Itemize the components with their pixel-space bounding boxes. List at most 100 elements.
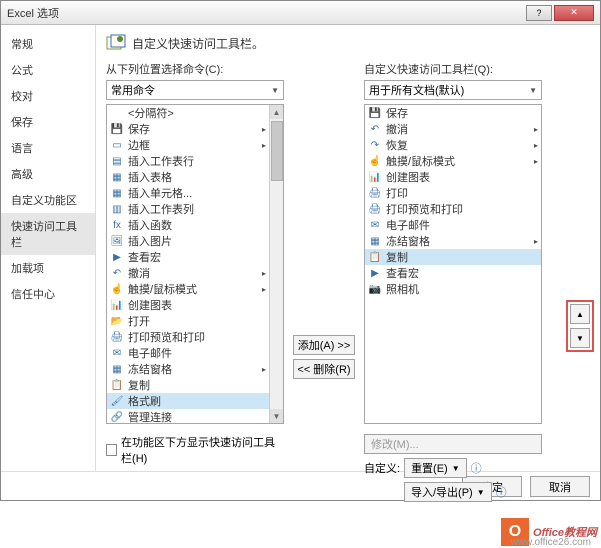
list-item[interactable]: ↶ 撤消 ▸ — [365, 121, 541, 137]
available-commands-list[interactable]: <分隔符>💾保存▸▭ 边框 ▸ ▤插入工作表行▦插入表格▦插入单元格...▥插入工作表… — [106, 104, 284, 424]
command-icon: 💾 — [110, 122, 124, 136]
list-item[interactable]: ☝ 触摸/鼠标模式 ▸ — [365, 153, 541, 169]
command-icon: 📋 — [110, 378, 124, 392]
list-item-label: 插入工作表列 — [128, 201, 194, 217]
modify-button[interactable]: 修改(M)... — [364, 434, 542, 454]
list-item-label: 触摸/鼠标模式 — [386, 153, 455, 169]
list-item-label: 撤消 — [128, 265, 150, 281]
list-item-label: 恢复 — [386, 137, 408, 153]
current-qat-list[interactable]: 💾保存↶ 撤消 ▸ ↷ 恢复 ▸ ☝ 触摸/鼠标模式 ▸ 📊创建图表🖨打印🖨打印预览和打印✉电子邮… — [364, 104, 542, 424]
sidebar-item[interactable]: 校对 — [1, 83, 95, 109]
options-dialog: Excel 选项 ? ✕ 常规公式校对保存语言高级自定义功能区快速访问工具栏加载… — [0, 0, 601, 501]
submenu-arrow-icon: ▸ — [262, 269, 266, 278]
list-item[interactable]: 🖼插入图片 — [107, 233, 269, 249]
remove-button[interactable]: << 删除(R) — [293, 359, 355, 379]
list-item[interactable]: 💾保存▸ — [107, 121, 269, 137]
move-down-button[interactable]: ▼ — [570, 328, 590, 348]
sidebar-item[interactable]: 快速访问工具栏 — [1, 213, 95, 255]
list-item[interactable]: ☝触摸/鼠标模式▸ — [107, 281, 269, 297]
list-item[interactable]: fx插入函数 — [107, 217, 269, 233]
sidebar-item[interactable]: 语言 — [1, 135, 95, 161]
list-item[interactable]: 📋 复制 — [107, 377, 269, 393]
watermark-url: www.office26.com — [511, 537, 591, 548]
list-item[interactable]: 📋复制 — [365, 249, 541, 265]
list-item[interactable]: 🖨打印 — [365, 185, 541, 201]
command-icon: 🖼 — [110, 234, 124, 248]
list-item[interactable]: 🔗管理连接 — [107, 409, 269, 423]
import-export-button[interactable]: 导入/导出(P) ▼ — [404, 482, 492, 502]
command-icon: ↶ — [110, 266, 124, 280]
command-icon: ↶ — [368, 122, 382, 136]
list-item[interactable]: 🖨打印预览和打印 — [365, 201, 541, 217]
list-item[interactable]: 📊创建图表 — [107, 297, 269, 313]
choose-commands-combo[interactable]: 常用命令 ▼ — [106, 80, 284, 100]
command-icon: ✉ — [110, 346, 124, 360]
list-item[interactable]: ✉电子邮件 — [107, 345, 269, 361]
list-item-label: 冻结窗格 — [128, 361, 172, 377]
list-item[interactable]: ▦插入表格 — [107, 169, 269, 185]
list-item[interactable]: ▤插入工作表行 — [107, 153, 269, 169]
info-icon: ⓘ — [496, 484, 507, 500]
sidebar-item[interactable]: 保存 — [1, 109, 95, 135]
list-item[interactable]: 📷照相机 — [365, 281, 541, 297]
list-item[interactable]: ▥插入工作表列 — [107, 201, 269, 217]
list-item[interactable]: 🖨打印预览和打印 — [107, 329, 269, 345]
sidebar-item[interactable]: 公式 — [1, 57, 95, 83]
list-item[interactable]: 📊创建图表 — [365, 169, 541, 185]
command-icon: ☝ — [368, 154, 382, 168]
add-button[interactable]: 添加(A) >> — [293, 335, 355, 355]
info-icon: ⓘ — [471, 460, 482, 476]
close-button[interactable]: ✕ — [554, 5, 594, 21]
customize-qat-combo[interactable]: 用于所有文档(默认) ▼ — [364, 80, 542, 100]
reset-button[interactable]: 重置(E) ▼ — [404, 458, 467, 478]
list-item[interactable]: 📂打开 — [107, 313, 269, 329]
list-item-label: 复制 — [386, 249, 408, 265]
sidebar-item[interactable]: 加载项 — [1, 255, 95, 281]
list-item[interactable]: ▭边框▸ — [107, 137, 269, 153]
reorder-highlight-box: ▲ ▼ — [566, 300, 594, 352]
titlebar: Excel 选项 ? ✕ — [1, 1, 600, 25]
choose-commands-label: 从下列位置选择命令(C): — [106, 61, 284, 77]
scroll-thumb[interactable] — [271, 121, 283, 181]
command-icon: ▤ — [110, 154, 124, 168]
list-item[interactable]: ▦冻结窗格▸ — [365, 233, 541, 249]
submenu-arrow-icon: ▸ — [534, 157, 538, 166]
sidebar-item[interactable]: 自定义功能区 — [1, 187, 95, 213]
list-item[interactable]: ▶查看宏 — [107, 249, 269, 265]
scrollbar[interactable]: ▲ ▼ — [269, 105, 283, 423]
command-icon: 📷 — [368, 282, 382, 296]
command-icon: 🖌 — [110, 394, 124, 408]
list-item[interactable]: ✉电子邮件 — [365, 217, 541, 233]
list-item[interactable]: ↷ 恢复 ▸ — [365, 137, 541, 153]
list-item-label: 打开 — [128, 313, 150, 329]
list-item[interactable]: 🖌格式刷 — [107, 393, 269, 409]
category-sidebar: 常规公式校对保存语言高级自定义功能区快速访问工具栏加载项信任中心 — [1, 25, 96, 471]
scroll-down-icon[interactable]: ▼ — [270, 409, 283, 423]
sidebar-item[interactable]: 常规 — [1, 31, 95, 57]
list-item[interactable]: ▶查看宏 — [365, 265, 541, 281]
list-item[interactable]: ▦插入单元格... — [107, 185, 269, 201]
sidebar-item[interactable]: 信任中心 — [1, 281, 95, 307]
submenu-arrow-icon: ▸ — [534, 141, 538, 150]
scroll-up-icon[interactable]: ▲ — [270, 105, 283, 119]
submenu-arrow-icon: ▸ — [534, 125, 538, 134]
command-icon: ▦ — [368, 234, 382, 248]
list-item[interactable]: ▦冻结窗格▸ — [107, 361, 269, 377]
list-item-label: 撤消 — [386, 121, 408, 137]
chevron-down-icon: ▼ — [452, 464, 460, 473]
sidebar-item[interactable]: 高级 — [1, 161, 95, 187]
command-icon: 🔗 — [110, 410, 124, 423]
help-button[interactable]: ? — [526, 5, 552, 21]
list-item[interactable]: <分隔符> — [107, 105, 269, 121]
command-icon: ▭ — [110, 138, 124, 152]
command-icon: 📊 — [368, 170, 382, 184]
list-item[interactable]: 💾保存 — [365, 105, 541, 121]
list-item-label: 边框 — [128, 137, 150, 153]
show-below-ribbon-checkbox[interactable] — [106, 444, 117, 456]
move-up-button[interactable]: ▲ — [570, 304, 590, 324]
customize-qat-label: 自定义快速访问工具栏(Q): — [364, 61, 542, 77]
command-icon: ↷ — [368, 138, 382, 152]
submenu-arrow-icon: ▸ — [534, 237, 538, 246]
list-item-label: 复制 — [128, 377, 150, 393]
list-item[interactable]: ↶ 撤消 ▸ — [107, 265, 269, 281]
